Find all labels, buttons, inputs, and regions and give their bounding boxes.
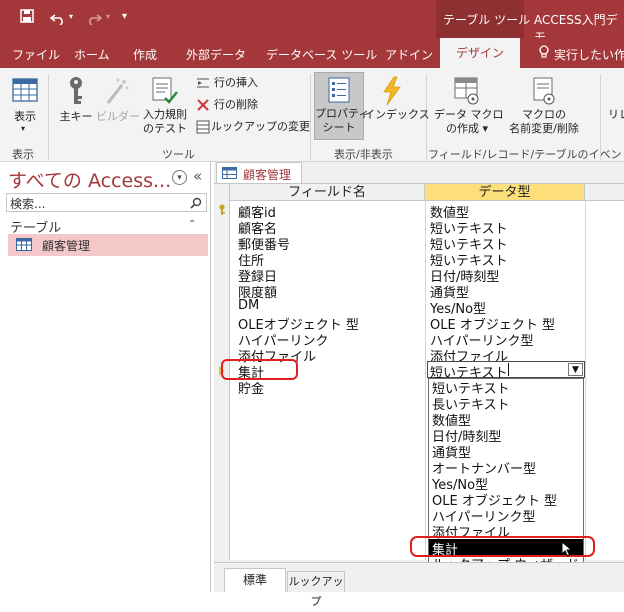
modify-lookups-icon [196,120,210,134]
test-validation-rules-button[interactable]: 入力規則 のテスト [140,74,190,136]
data-type-combobox[interactable]: 短いテキスト ▼ [427,361,585,381]
rename-macro-icon [533,77,555,105]
insert-rows-button[interactable]: 行の挿入 [196,76,306,92]
nav-search-placeholder: 検索... [10,197,46,211]
search-icon [190,197,202,209]
data-macro-icon [454,77,479,105]
context-tab-label: テーブル ツール [443,13,531,27]
collapse-pane-icon[interactable]: « [193,167,202,185]
field-name-cell[interactable]: DM [238,298,259,313]
column-divider [585,201,586,560]
delete-rows-icon [197,99,209,111]
undo-dropdown-icon[interactable]: ▾ [69,12,73,21]
modify-lookups-button[interactable]: ルックアップの変更 [196,120,310,136]
tab-database-tools[interactable]: データベース ツール [266,46,377,63]
view-dropdown-icon: ▾ [21,124,26,133]
view-button[interactable]: 表示 ▾ [8,74,42,136]
builder-button: ビルダー [96,74,140,136]
group-separator [310,74,311,160]
column-header-field-name[interactable]: フィールド名 [230,184,425,201]
view-label: 表示 [14,110,36,123]
rename-delete-macro-button[interactable]: マクロの 名前変更/削除 [500,74,588,138]
delete-rows-button[interactable]: 行の削除 [196,98,306,114]
tab-external-data[interactable]: 外部データ [186,46,246,63]
redo-dropdown-icon: ▾ [106,12,111,21]
tab-design[interactable]: デザイン [440,38,520,68]
undo-icon[interactable] [49,10,66,29]
group-separator [600,74,601,160]
data-macros-label-1: データ マクロ [434,108,504,121]
nav-item-customer-table[interactable]: 顧客管理 [8,234,208,256]
group-label-events: フィールド/レコード/テーブルのイベント [428,148,624,161]
modify-lookups-label: ルックアップの変更 [211,120,310,133]
column-divider [425,201,426,560]
redo-icon [86,10,103,29]
tab-general[interactable]: 標準 [224,568,286,592]
indexes-lightning-icon [383,76,401,106]
column-header-description[interactable] [585,184,624,201]
tell-me-box[interactable]: 実行したい作業 [554,46,624,63]
table-icon [16,238,32,251]
tab-home[interactable]: ホーム [74,46,110,63]
customize-qat-icon[interactable]: ▾ [122,11,127,22]
builder-label: ビルダー [96,110,140,123]
rename-macro-label-2: 名前変更/削除 [509,122,579,135]
lightbulb-icon [538,45,550,62]
mouse-cursor-icon [561,540,573,560]
tab-create[interactable]: 作成 [133,46,157,63]
nav-options-icon[interactable]: ▾ [172,170,187,185]
tab-lookup[interactable]: ルックアップ [287,571,345,608]
tab-addins[interactable]: アドイン [385,46,433,63]
insert-rows-icon [197,78,209,88]
indexes-button[interactable]: インデックス [364,74,430,136]
builder-wand-icon [106,78,129,104]
group-label-tools: ツール [162,148,195,161]
nav-item-label: 顧客管理 [42,239,91,253]
nav-search-input[interactable]: 検索... [6,193,207,212]
doc-tab-label: 顧客管理 [243,168,292,182]
property-sheet-label-1: プロパティ [315,107,370,120]
delete-rows-label: 行の削除 [214,98,258,111]
table-design-icon [222,167,237,179]
create-data-macros-button[interactable]: データ マクロ の作成 ▾ [434,74,504,138]
primary-key-button[interactable]: 主キー [56,74,96,136]
nav-pane-title[interactable]: すべての Access... [8,166,171,193]
test-rules-icon [152,77,178,104]
key-icon [70,77,82,104]
field-name-cell[interactable]: 貯金 [238,378,264,397]
highlight-callout [221,359,298,380]
section-collapse-icon[interactable]: ⌃ [188,219,196,230]
column-header-data-type[interactable]: データ型 [425,184,585,201]
group-separator [48,74,49,160]
group-label-views: 表示 [12,148,34,161]
property-sheet-icon [328,77,350,103]
data-macros-label-2: の作成 ▾ [445,122,489,135]
indexes-label: インデックス [364,108,430,121]
save-icon[interactable] [20,8,34,27]
text-cursor [508,363,509,376]
doc-tab-customer[interactable]: 顧客管理 [216,162,302,183]
test-rules-label-2: のテスト [143,122,187,135]
group-label-show-hide: 表示/非表示 [334,148,393,161]
rename-macro-label-1: マクロの [522,108,566,121]
datasheet-view-icon [12,78,38,102]
property-sheet-label-2: シート [322,121,356,134]
relationships-button[interactable]: リレ [608,108,624,122]
combobox-dropdown-arrow-icon[interactable]: ▼ [568,363,583,376]
primary-key-label: 主キー [59,110,93,123]
property-sheet-button[interactable]: プロパティ シート [314,72,370,140]
primary-key-indicator-icon [218,204,226,219]
test-rules-label-1: 入力規則 [143,108,187,121]
insert-rows-label: 行の挿入 [214,76,258,89]
tab-file[interactable]: ファイル [12,46,60,63]
